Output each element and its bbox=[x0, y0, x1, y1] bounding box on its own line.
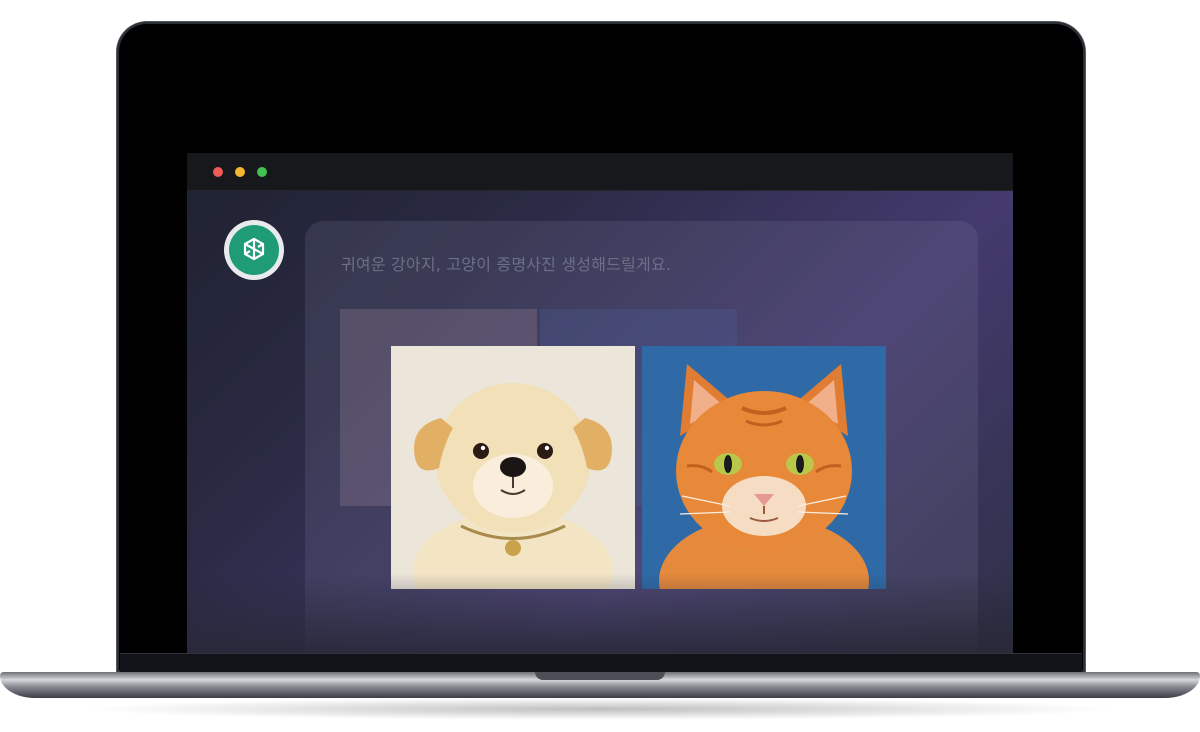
assistant-avatar bbox=[224, 220, 284, 280]
screen-bottom-fade bbox=[187, 573, 1013, 653]
minimize-window-button[interactable] bbox=[235, 167, 245, 177]
window-titlebar bbox=[187, 153, 1013, 191]
app-window: 귀여운 강아지, 고양이 증명사진 생성해드릴게요. bbox=[187, 153, 1013, 653]
assistant-message-text: 귀여운 강아지, 고양이 증명사진 생성해드릴게요. bbox=[341, 255, 672, 274]
laptop-mockup: 귀여운 강아지, 고양이 증명사진 생성해드릴게요. bbox=[0, 0, 1200, 732]
laptop-hinge bbox=[120, 653, 1082, 674]
laptop-shadow bbox=[80, 698, 1120, 720]
close-window-button[interactable] bbox=[213, 167, 223, 177]
dog-id-photo[interactable] bbox=[391, 346, 635, 589]
cat-id-photo[interactable] bbox=[642, 346, 886, 589]
openai-logo-icon bbox=[229, 225, 279, 275]
laptop-base-notch bbox=[535, 672, 665, 680]
maximize-window-button[interactable] bbox=[257, 167, 267, 177]
